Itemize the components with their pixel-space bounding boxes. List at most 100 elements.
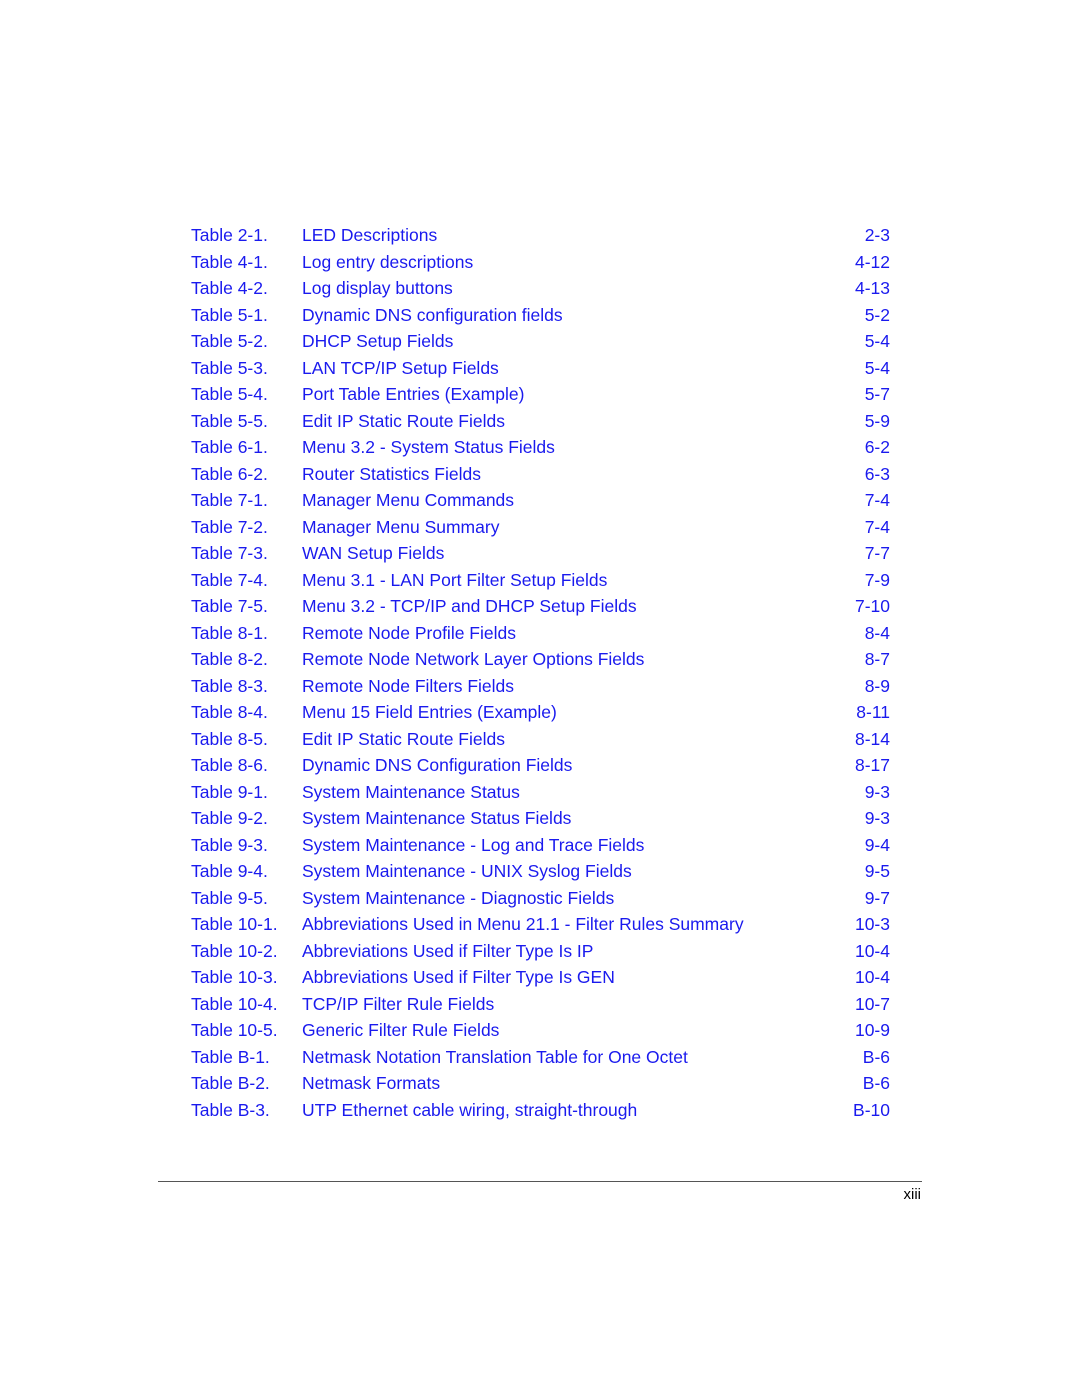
table-title: Abbreviations Used if Filter Type Is GEN xyxy=(302,967,615,987)
table-title: Manager Menu Commands xyxy=(302,490,515,510)
page-reference: 10-4 xyxy=(854,940,890,961)
toc-entry[interactable]: Table 5-1. Dynamic DNS configuration fie… xyxy=(191,302,890,329)
table-title: Netmask Formats xyxy=(302,1073,441,1093)
toc-entry[interactable]: Table B-1. Netmask Notation Translation … xyxy=(191,1044,890,1071)
toc-entry[interactable]: Table 9-3. System Maintenance - Log and … xyxy=(191,832,890,859)
toc-entry[interactable]: Table 5-3. LAN TCP/IP Setup Fields 5-4 xyxy=(191,355,890,382)
table-title: Generic Filter Rule Fields xyxy=(302,1020,500,1040)
table-title: System Maintenance - Diagnostic Fields xyxy=(302,887,615,908)
toc-entry[interactable]: Table 4-2. Log display buttons 4-13 xyxy=(191,275,890,302)
table-title: Menu 3.2 - System Status Fields xyxy=(302,437,555,457)
toc-entry[interactable]: Table 5-5. Edit IP Static Route Fields 5… xyxy=(191,408,890,435)
table-title: LAN TCP/IP Setup Fields xyxy=(302,357,499,378)
toc-entry[interactable]: Table 6-1. Menu 3.2 - System Status Fiel… xyxy=(191,434,890,461)
table-number: Table 10-1. xyxy=(191,914,278,934)
toc-entry[interactable]: Table 10-2. Abbreviations Used if Filter… xyxy=(191,938,890,965)
toc-entry[interactable]: Table 8-4. Menu 15 Field Entries (Exampl… xyxy=(191,699,890,726)
table-number: Table 8-3. xyxy=(191,675,268,696)
table-number: Table B-2. xyxy=(191,1073,270,1093)
table-number: Table 7-2. xyxy=(191,516,268,537)
table-number: Table B-1. xyxy=(191,1046,270,1067)
table-number: Table 6-1. xyxy=(191,437,268,457)
page-reference: 9-4 xyxy=(864,834,890,855)
page-reference: 6-3 xyxy=(864,463,890,484)
toc-entry[interactable]: Table 8-5. Edit IP Static Route Fields 8… xyxy=(191,726,890,753)
toc-entry[interactable]: Table B-2. Netmask Formats B-6 xyxy=(191,1070,890,1097)
page-reference: 7-4 xyxy=(864,490,890,510)
toc-entry[interactable]: Table 4-1. Log entry descriptions 4-12 xyxy=(191,249,890,276)
page-reference: 9-3 xyxy=(864,781,890,802)
page-reference: B-6 xyxy=(862,1073,890,1093)
toc-entry[interactable]: Table 6-2. Router Statistics Fields 6-3 xyxy=(191,461,890,488)
toc-entry[interactable]: Table B-3. UTP Ethernet cable wiring, st… xyxy=(191,1097,890,1124)
table-number: Table 7-4. xyxy=(191,569,268,590)
table-title: Abbreviations Used in Menu 21.1 - Filter… xyxy=(302,914,744,934)
table-number: Table 4-1. xyxy=(191,251,268,272)
page-reference: 6-2 xyxy=(864,437,890,457)
toc-entry[interactable]: Table 10-3. Abbreviations Used if Filter… xyxy=(191,964,890,991)
table-title: Edit IP Static Route Fields xyxy=(302,728,505,749)
page-reference: B-6 xyxy=(862,1046,890,1067)
toc-entry[interactable]: Table 7-2. Manager Menu Summary 7-4 xyxy=(191,514,890,541)
page-reference: 8-4 xyxy=(864,622,890,643)
table-number: Table 7-3. xyxy=(191,543,268,563)
table-title: Dynamic DNS Configuration Fields xyxy=(302,755,573,775)
toc-entry[interactable]: Table 2-1. LED Descriptions 2-3 xyxy=(191,222,890,249)
table-number: Table 10-2. xyxy=(191,940,278,961)
toc-entry[interactable]: Table 7-3. WAN Setup Fields 7-7 xyxy=(191,540,890,567)
toc-entry[interactable]: Table 8-3. Remote Node Filters Fields 8-… xyxy=(191,673,890,700)
page-reference: 4-13 xyxy=(854,278,890,298)
page-reference: 5-9 xyxy=(864,410,890,431)
toc-entry[interactable]: Table 7-4. Menu 3.1 - LAN Port Filter Se… xyxy=(191,567,890,594)
page-reference: 8-9 xyxy=(864,675,890,696)
table-number: Table 2-1. xyxy=(191,225,268,245)
table-title: Remote Node Profile Fields xyxy=(302,622,516,643)
toc-entry[interactable]: Table 9-2. System Maintenance Status Fie… xyxy=(191,805,890,832)
toc-entry[interactable]: Table 9-5. System Maintenance - Diagnost… xyxy=(191,885,890,912)
toc-entry[interactable]: Table 10-5. Generic Filter Rule Fields 1… xyxy=(191,1017,890,1044)
table-number: Table 5-4. xyxy=(191,384,268,404)
page-reference: 10-4 xyxy=(854,967,890,987)
toc-entry[interactable]: Table 8-6. Dynamic DNS Configuration Fie… xyxy=(191,752,890,779)
page-reference: 9-5 xyxy=(864,861,890,881)
table-number: Table 8-2. xyxy=(191,649,268,669)
toc-entry[interactable]: Table 8-1. Remote Node Profile Fields 8-… xyxy=(191,620,890,647)
table-title: Log display buttons xyxy=(302,278,453,298)
toc-entry[interactable]: Table 5-2. DHCP Setup Fields 5-4 xyxy=(191,328,890,355)
toc-entry[interactable]: Table 7-1. Manager Menu Commands 7-4 xyxy=(191,487,890,514)
toc-entry[interactable]: Table 10-4. TCP/IP Filter Rule Fields 10… xyxy=(191,991,890,1018)
table-number: Table 8-1. xyxy=(191,622,268,643)
toc-entry[interactable]: Table 9-1. System Maintenance Status 9-3 xyxy=(191,779,890,806)
table-number: Table B-3. xyxy=(191,1099,270,1120)
toc-entry[interactable]: Table 5-4. Port Table Entries (Example) … xyxy=(191,381,890,408)
table-number: Table 9-2. xyxy=(191,808,268,828)
table-number: Table 5-2. xyxy=(191,331,268,351)
table-title: Remote Node Filters Fields xyxy=(302,675,515,696)
table-title: LED Descriptions xyxy=(302,225,438,245)
page-reference: 10-3 xyxy=(854,914,890,934)
page-reference: 7-9 xyxy=(864,569,890,590)
table-title: Edit IP Static Route Fields xyxy=(302,410,505,431)
table-title: Netmask Notation Translation Table for O… xyxy=(302,1046,688,1067)
table-title: WAN Setup Fields xyxy=(302,543,445,563)
table-number: Table 9-1. xyxy=(191,781,268,802)
table-number: Table 6-2. xyxy=(191,463,268,484)
table-title: Menu 3.2 - TCP/IP and DHCP Setup Fields xyxy=(302,596,637,616)
page-reference: 5-7 xyxy=(864,384,890,404)
table-title: System Maintenance - Log and Trace Field… xyxy=(302,834,645,855)
toc-entry[interactable]: Table 10-1. Abbreviations Used in Menu 2… xyxy=(191,911,890,938)
table-number: Table 5-3. xyxy=(191,357,268,378)
toc-entry[interactable]: Table 9-4. System Maintenance - UNIX Sys… xyxy=(191,858,890,885)
table-number: Table 8-5. xyxy=(191,728,268,749)
table-number: Table 7-5. xyxy=(191,596,268,616)
table-title: Abbreviations Used if Filter Type Is IP xyxy=(302,940,594,961)
page-reference: 5-4 xyxy=(864,357,890,378)
table-number: Table 5-1. xyxy=(191,304,268,325)
table-title: Menu 3.1 - LAN Port Filter Setup Fields xyxy=(302,569,608,590)
table-title: DHCP Setup Fields xyxy=(302,331,454,351)
toc-entry[interactable]: Table 8-2. Remote Node Network Layer Opt… xyxy=(191,646,890,673)
table-title: UTP Ethernet cable wiring, straight-thro… xyxy=(302,1099,638,1120)
table-title: Log entry descriptions xyxy=(302,251,474,272)
page-reference: 8-11 xyxy=(856,702,890,722)
toc-entry[interactable]: Table 7-5. Menu 3.2 - TCP/IP and DHCP Se… xyxy=(191,593,890,620)
